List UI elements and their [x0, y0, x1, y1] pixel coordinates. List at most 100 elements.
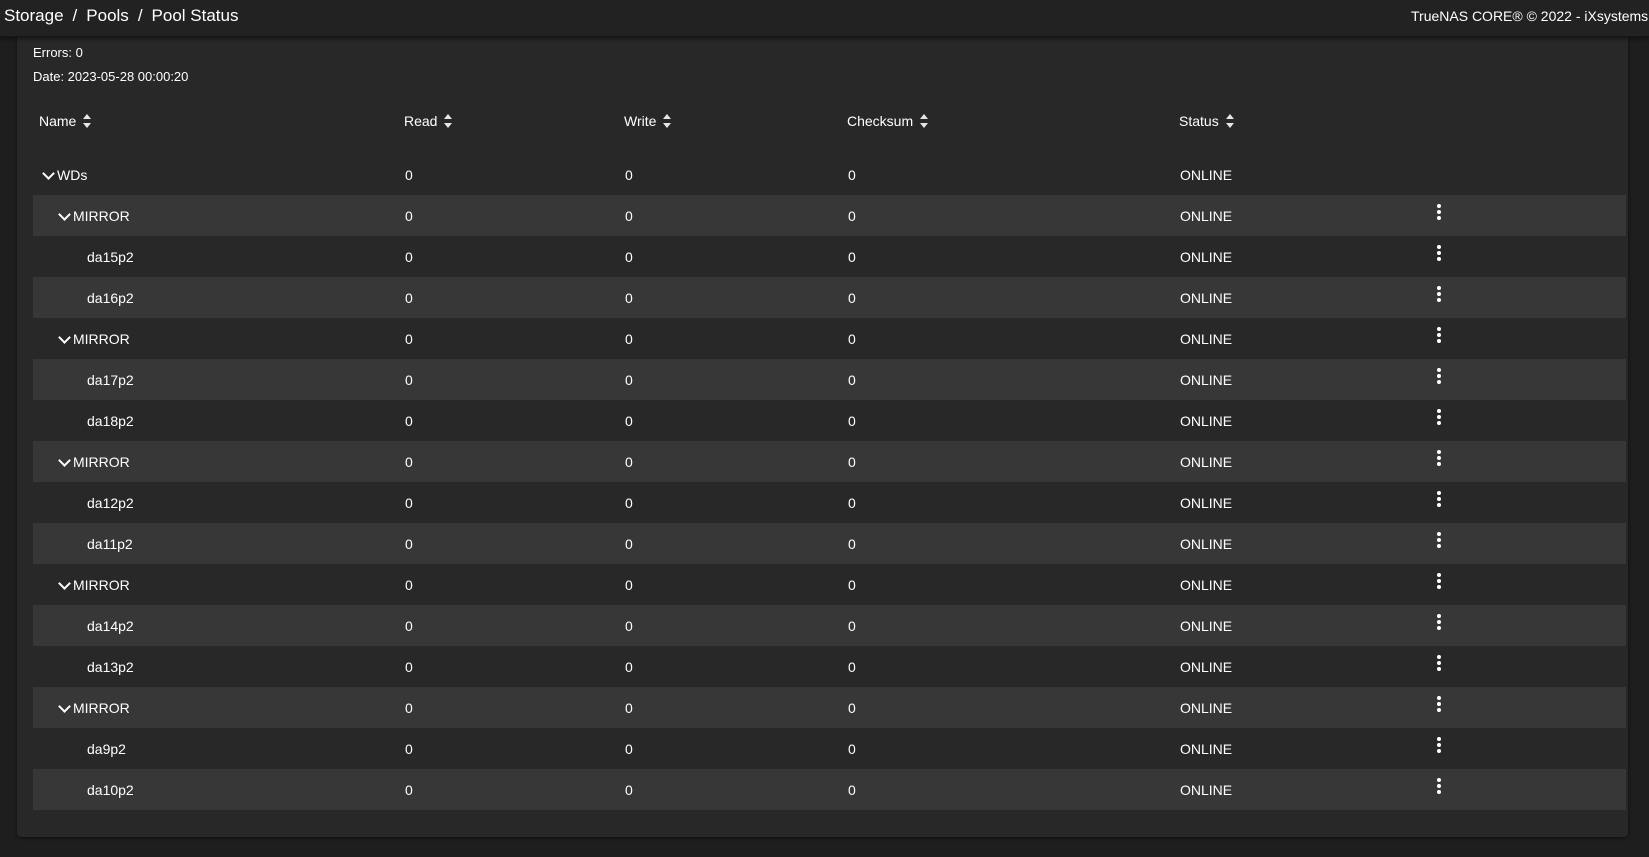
device-name: da15p2: [87, 249, 134, 265]
menu-dot: [1437, 702, 1441, 706]
more-vert-icon[interactable]: [1429, 653, 1449, 675]
device-name: da18p2: [87, 413, 134, 429]
sort-icon[interactable]: [444, 114, 453, 128]
column-header-checksum[interactable]: Checksum: [847, 113, 929, 129]
table-row[interactable]: MIRROR 0 0 0 ONLINE: [33, 564, 1626, 605]
more-vert-icon[interactable]: [1429, 489, 1449, 511]
device-name-cell: MIRROR: [57, 700, 130, 716]
menu-dot: [1437, 327, 1441, 331]
copyright-text: TrueNAS CORE® © 2022 - iXsystems, I: [1411, 8, 1649, 24]
device-name-cell: da11p2: [87, 536, 133, 552]
write-errors: 0: [625, 331, 633, 347]
menu-dot: [1437, 450, 1441, 454]
write-errors: 0: [625, 249, 633, 265]
more-vert-icon[interactable]: [1429, 284, 1449, 306]
sort-icon[interactable]: [663, 114, 672, 128]
checksum-errors: 0: [848, 618, 856, 634]
table-row[interactable]: da18p2 0 0 0 ONLINE: [33, 400, 1626, 441]
device-name-cell: da17p2: [87, 372, 134, 388]
more-vert-icon[interactable]: [1429, 612, 1449, 634]
chevron-down-icon[interactable]: [41, 168, 55, 182]
chevron-down-icon[interactable]: [57, 578, 71, 592]
menu-dot: [1437, 409, 1441, 413]
checksum-errors: 0: [848, 372, 856, 388]
table-row[interactable]: MIRROR 0 0 0 ONLINE: [33, 195, 1626, 236]
more-vert-icon[interactable]: [1429, 407, 1449, 429]
chevron-down-icon[interactable]: [57, 701, 71, 715]
more-vert-icon[interactable]: [1429, 325, 1449, 347]
more-vert-icon[interactable]: [1429, 571, 1449, 593]
table-row[interactable]: MIRROR 0 0 0 ONLINE: [33, 441, 1626, 482]
column-header-name[interactable]: Name: [39, 113, 92, 129]
device-name-cell: MIRROR: [57, 454, 130, 470]
table-row[interactable]: MIRROR 0 0 0 ONLINE: [33, 318, 1626, 359]
sort-icon[interactable]: [83, 114, 92, 128]
table-row[interactable]: da15p2 0 0 0 ONLINE: [33, 236, 1626, 277]
write-errors: 0: [625, 495, 633, 511]
sort-icon[interactable]: [1225, 114, 1235, 128]
checksum-errors: 0: [848, 577, 856, 593]
chevron-down-icon[interactable]: [57, 209, 71, 223]
menu-dot: [1437, 585, 1441, 589]
table-row[interactable]: da10p2 0 0 0 ONLINE: [33, 769, 1626, 810]
table-row[interactable]: da13p2 0 0 0 ONLINE: [33, 646, 1626, 687]
table-row[interactable]: da11p2 0 0 0 ONLINE: [33, 523, 1626, 564]
read-errors: 0: [405, 208, 413, 224]
menu-dot: [1437, 245, 1441, 249]
column-header-label: Name: [39, 113, 77, 129]
menu-dot: [1437, 210, 1441, 214]
menu-dot: [1437, 784, 1441, 788]
more-vert-icon[interactable]: [1429, 448, 1449, 470]
checksum-errors: 0: [848, 167, 856, 183]
more-vert-icon[interactable]: [1429, 202, 1449, 224]
chevron-down-icon[interactable]: [57, 332, 71, 346]
table-row[interactable]: WDs 0 0 0 ONLINE: [33, 154, 1626, 195]
device-status: ONLINE: [1180, 249, 1233, 265]
menu-dot: [1437, 743, 1441, 747]
menu-dot: [1437, 778, 1441, 782]
column-header-status[interactable]: Status: [1179, 113, 1235, 129]
menu-dot: [1437, 339, 1441, 343]
top-bar: Storage / Pools / Pool Status TrueNAS CORE® …: [0, 0, 1649, 37]
chevron-down-icon[interactable]: [57, 455, 71, 469]
read-errors: 0: [405, 290, 413, 306]
more-vert-icon[interactable]: [1429, 694, 1449, 716]
pool-scan-date: Date: 2023-05-28 00:00:20: [33, 69, 189, 84]
breadcrumb-pools[interactable]: Pools: [86, 6, 129, 25]
table-row[interactable]: da16p2 0 0 0 ONLINE: [33, 277, 1626, 318]
read-errors: 0: [405, 782, 413, 798]
breadcrumb-storage[interactable]: Storage: [4, 6, 64, 25]
write-errors: 0: [625, 659, 633, 675]
table-row[interactable]: da9p2 0 0 0 ONLINE: [33, 728, 1626, 769]
more-vert-icon[interactable]: [1429, 735, 1449, 757]
menu-dot: [1437, 538, 1441, 542]
column-header-label: Checksum: [847, 113, 914, 129]
menu-dot: [1437, 456, 1441, 460]
menu-dot: [1437, 251, 1441, 255]
column-header-read[interactable]: Read: [404, 113, 453, 129]
device-status: ONLINE: [1180, 782, 1233, 798]
more-vert-icon[interactable]: [1429, 530, 1449, 552]
device-name: da16p2: [87, 290, 134, 306]
read-errors: 0: [405, 454, 413, 470]
device-name: da10p2: [87, 782, 134, 798]
checksum-errors: 0: [848, 249, 856, 265]
sort-icon[interactable]: [920, 114, 929, 128]
write-errors: 0: [625, 536, 633, 552]
device-name-cell: MIRROR: [57, 331, 130, 347]
menu-dot: [1437, 421, 1441, 425]
table-row[interactable]: da14p2 0 0 0 ONLINE: [33, 605, 1626, 646]
table-row[interactable]: da12p2 0 0 0 ONLINE: [33, 482, 1626, 523]
table-row[interactable]: MIRROR 0 0 0 ONLINE: [33, 687, 1626, 728]
read-errors: 0: [405, 536, 413, 552]
menu-dot: [1437, 655, 1441, 659]
more-vert-icon[interactable]: [1429, 366, 1449, 388]
checksum-errors: 0: [848, 495, 856, 511]
checksum-errors: 0: [848, 536, 856, 552]
table-row[interactable]: da17p2 0 0 0 ONLINE: [33, 359, 1626, 400]
pool-status-table: Name Read Write Checksum Status WDs 0 0 0 ON…: [33, 96, 1626, 810]
column-header-write[interactable]: Write: [624, 113, 672, 129]
more-vert-icon[interactable]: [1429, 776, 1449, 798]
more-vert-icon[interactable]: [1429, 243, 1449, 265]
menu-dot: [1437, 579, 1441, 583]
